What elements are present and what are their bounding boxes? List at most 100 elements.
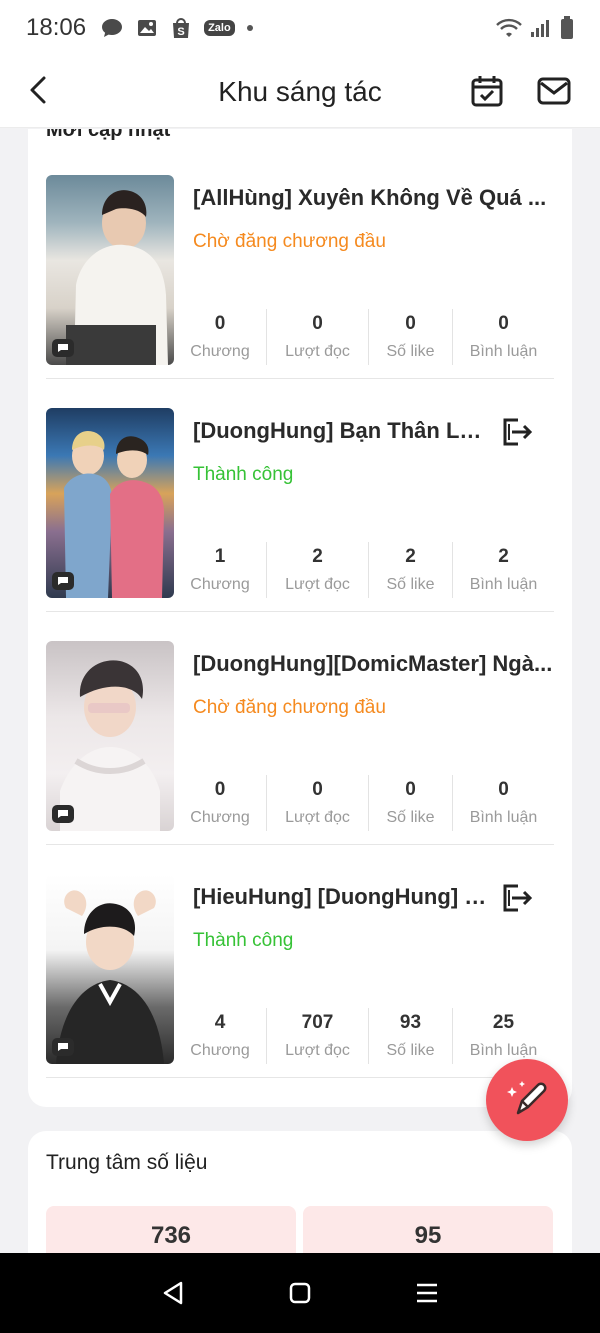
home-square-icon	[289, 1282, 311, 1304]
stat-value: 25	[492, 1012, 515, 1033]
status-bar: 18:06 S Zalo	[0, 0, 600, 56]
work-item[interactable]: [DuongHung][DomicMaster] Ngà... Chờ đăng…	[46, 611, 554, 845]
work-stats: 4 Chương 707 Lượt đọc 93 Số like 25 Bình luậ…	[174, 1008, 554, 1064]
metric-value: 736	[150, 1222, 192, 1249]
work-item[interactable]: [DuongHung] Bạn Thân Là ... Thành công 1…	[46, 378, 554, 612]
nav-menu-button[interactable]	[407, 1273, 447, 1313]
export-button[interactable]	[500, 882, 534, 914]
chat-badge-icon	[52, 339, 74, 357]
message-icon	[100, 17, 124, 39]
calendar-check-icon	[471, 76, 503, 107]
stat-value: 93	[399, 1012, 422, 1033]
work-cover-image	[46, 641, 174, 831]
stat-label: Chương	[190, 809, 250, 826]
app-header: Khu sáng tác	[0, 56, 600, 128]
stat-value: 4	[214, 1012, 226, 1033]
stat-label: Bình luận	[469, 809, 538, 826]
stat-label: Bình luận	[469, 1042, 538, 1059]
stat-label: Lượt đọc	[285, 343, 350, 360]
metric-box[interactable]: 95	[303, 1206, 553, 1253]
stat-label: Lượt đọc	[285, 576, 350, 593]
metric-box[interactable]: 736	[46, 1206, 296, 1253]
stat-value: 1	[214, 546, 226, 567]
mail-icon	[537, 77, 571, 105]
works-list-card: Mới cập nhật [AllHùng] Xuyên Không Về Qu…	[28, 129, 572, 1107]
chat-badge-icon	[52, 572, 74, 590]
stat-label: Chương	[190, 1042, 250, 1059]
pencil-sparkle-icon	[507, 1081, 547, 1115]
stat-label: Bình luận	[469, 576, 538, 593]
stat-value: 0	[312, 779, 323, 800]
stat-value: 2	[312, 546, 323, 567]
system-icons	[496, 16, 574, 40]
stat-value: 0	[498, 779, 509, 800]
stats-center-title: Trung tâm số liệu	[46, 1151, 208, 1174]
work-item[interactable]: [HieuHung] [DuongHung] [S... Thành công …	[46, 844, 554, 1078]
stat-value: 0	[405, 313, 416, 334]
stat-label: Số like	[386, 343, 435, 360]
stat-comments: 0 Bình luận	[452, 309, 554, 365]
back-button[interactable]	[22, 74, 54, 106]
stat-chapters: 0 Chương	[174, 775, 266, 831]
stat-label: Số like	[386, 1042, 435, 1059]
back-triangle-icon	[164, 1281, 183, 1305]
work-stats: 0 Chương 0 Lượt đọc 0 Số like 0 Bình luận	[174, 309, 554, 365]
stat-label: Chương	[190, 576, 250, 593]
stat-likes: 0 Số like	[368, 309, 452, 365]
nav-home-button[interactable]	[280, 1273, 320, 1313]
person-illustration	[56, 890, 164, 1064]
stat-chapters: 1 Chương	[174, 542, 266, 598]
stat-label: Lượt đọc	[285, 1042, 350, 1059]
gallery-icon	[136, 17, 158, 39]
work-title[interactable]: [DuongHung] Bạn Thân Là ...	[193, 418, 493, 444]
stat-value: 707	[301, 1012, 334, 1033]
work-item[interactable]: [AllHùng] Xuyên Không Về Quá ... Chờ đăn…	[46, 145, 554, 379]
write-fab-button[interactable]	[486, 1059, 568, 1141]
zalo-icon: Zalo	[204, 20, 235, 36]
signal-icon	[530, 18, 552, 38]
stat-comments: 25 Bình luận	[452, 1008, 554, 1064]
work-title[interactable]: [AllHùng] Xuyên Không Về Quá ...	[193, 185, 553, 211]
person-illustration	[60, 660, 160, 831]
export-button[interactable]	[500, 416, 534, 448]
metric-value: 95	[414, 1222, 442, 1249]
chat-badge-icon	[52, 805, 74, 823]
shopee-icon: S	[170, 16, 192, 40]
stat-comments: 0 Bình luận	[452, 775, 554, 831]
battery-icon	[560, 16, 574, 40]
stat-likes: 2 Số like	[368, 542, 452, 598]
work-status: Chờ đăng chương đầu	[193, 231, 386, 252]
work-stats: 1 Chương 2 Lượt đọc 2 Số like 2 Bình luận	[174, 542, 554, 598]
work-stats: 0 Chương 0 Lượt đọc 0 Số like 0 Bình luận	[174, 775, 554, 831]
work-status: Thành công	[193, 464, 294, 485]
work-title[interactable]: [HieuHung] [DuongHung] [S...	[193, 884, 493, 910]
work-title[interactable]: [DuongHung][DomicMaster] Ngà...	[193, 651, 553, 677]
page-title: Khu sáng tác	[218, 75, 382, 107]
nav-back-button[interactable]	[153, 1273, 193, 1313]
stats-center-card[interactable]: Trung tâm số liệu 736 95	[28, 1131, 572, 1253]
work-cover-image	[46, 408, 174, 598]
stat-value: 2	[405, 546, 416, 567]
svg-text:S: S	[177, 26, 184, 38]
stat-comments: 2 Bình luận	[452, 542, 554, 598]
work-cover-image	[46, 175, 174, 365]
notification-icons: S Zalo	[100, 16, 253, 40]
chat-badge-icon	[52, 1038, 74, 1056]
stat-value: 0	[405, 779, 416, 800]
stat-reads: 0 Lượt đọc	[266, 309, 368, 365]
export-icon	[503, 418, 533, 446]
mail-button[interactable]	[536, 74, 572, 108]
stat-likes: 0 Số like	[368, 775, 452, 831]
work-cover-image	[46, 874, 174, 1064]
stat-reads: 707 Lượt đọc	[266, 1008, 368, 1064]
menu-lines-icon	[416, 1283, 437, 1303]
section-heading-cut: Mới cập nhật	[46, 129, 171, 141]
stat-label: Lượt đọc	[285, 809, 350, 826]
stat-label: Số like	[386, 576, 435, 593]
calendar-button[interactable]	[470, 74, 504, 108]
stat-chapters: 4 Chương	[174, 1008, 266, 1064]
person-illustration	[66, 190, 168, 365]
stat-value: 2	[498, 546, 509, 567]
stat-reads: 0 Lượt đọc	[266, 775, 368, 831]
stat-value: 0	[312, 313, 323, 334]
